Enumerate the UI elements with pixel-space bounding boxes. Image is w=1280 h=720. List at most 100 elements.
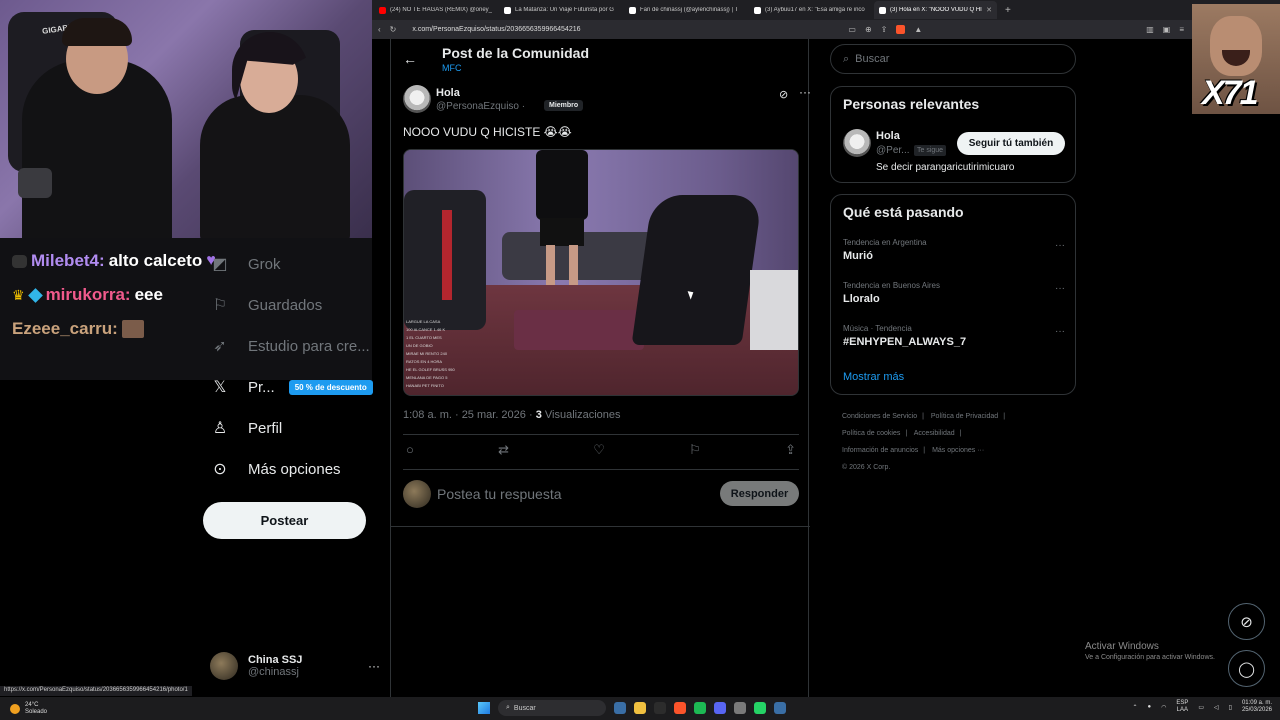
avatar[interactable] — [843, 129, 871, 157]
person-leg — [546, 245, 555, 285]
share-icon[interactable]: ⇪ — [785, 442, 796, 458]
url-field[interactable]: x.com/PersonaEzquiso/status/203665635996… — [402, 23, 842, 37]
browser-tab[interactable]: La Matanza: Un Viaje Futurista por G — [499, 1, 622, 19]
rewards-icon[interactable]: ▲ — [914, 25, 922, 34]
taskbar-app-icon[interactable] — [754, 702, 766, 714]
windows-start-icon[interactable] — [478, 702, 490, 714]
follow-back-button[interactable]: Seguir tú también — [957, 132, 1065, 155]
more-icon[interactable]: ··· — [1055, 326, 1065, 337]
weather-desc: Soleado — [25, 708, 48, 715]
volume-icon[interactable]: ◁ — [1214, 704, 1219, 711]
repost-icon[interactable]: ⇄ — [498, 442, 509, 458]
post-image[interactable]: LARGUE LA CASA 100 ALCANCE 1.46 K 1 EL CUA… — [403, 149, 799, 396]
lang-bottom: LAA — [1176, 707, 1189, 713]
reload-icon[interactable]: ↻ — [390, 25, 397, 34]
nav-premium[interactable]: 𝕏 Pr... 50 % de descuento — [210, 377, 373, 397]
wifi-icon[interactable]: ◠ — [1161, 704, 1166, 711]
wallet-icon[interactable]: ▣ — [1163, 25, 1171, 34]
grok-explain-icon[interactable]: ⊘ — [779, 88, 788, 101]
cookies-link[interactable]: Política de cookies — [842, 430, 900, 437]
taskbar-search-label: Buscar — [513, 704, 536, 712]
reply-icon[interactable]: ○ — [406, 442, 414, 458]
battery-icon[interactable]: ▯ — [1229, 704, 1232, 711]
webcam-overlay: GIGABYTE — [0, 0, 372, 238]
copyright: © 2026 X Corp. — [842, 464, 891, 471]
meme-count: X71 — [1202, 74, 1258, 112]
nav-profile[interactable]: ♙ Perfil — [210, 418, 282, 438]
chat-username: Milebet4: — [31, 251, 105, 270]
taskbar-app-icon[interactable] — [654, 702, 666, 714]
back-icon[interactable]: ‹ — [378, 25, 381, 34]
taskbar-app-icon[interactable] — [694, 702, 706, 714]
more-options-link[interactable]: Más opciones ··· — [932, 447, 984, 454]
terms-link[interactable]: Condiciones de Servicio — [842, 413, 917, 420]
trend-context: Tendencia en Argentina — [843, 238, 927, 247]
relevant-handle[interactable]: @Per... — [876, 145, 910, 156]
nav-grok[interactable]: ◩ Grok — [210, 254, 280, 274]
back-arrow-icon[interactable]: ← — [403, 51, 417, 67]
post-time[interactable]: 1:08 a. m. · 25 mar. 2026 · — [403, 409, 533, 421]
more-icon[interactable]: ··· — [368, 659, 380, 673]
close-tab-icon[interactable]: ✕ — [986, 6, 992, 14]
chevron-up-icon[interactable]: ⌃ — [1132, 704, 1137, 711]
media-gaming-chair — [404, 190, 486, 330]
bookmark-icon[interactable]: ⚐ — [689, 442, 701, 458]
reply-input[interactable]: Postea tu respuesta — [437, 486, 562, 502]
network-icon[interactable]: ▭ — [1198, 704, 1204, 711]
taskbar-app-icon[interactable] — [774, 702, 786, 714]
more-icon[interactable]: ··· — [799, 85, 811, 99]
discount-badge: 50 % de descuento — [288, 379, 373, 395]
trend-item[interactable]: Tendencia en Argentina Murió ··· — [843, 238, 1065, 262]
taskbar-app-icon[interactable] — [714, 702, 726, 714]
like-icon[interactable]: ♡ — [593, 442, 605, 458]
input-language[interactable]: ESP LAA — [1176, 700, 1188, 714]
sidebar-icon[interactable]: ▥ — [1146, 25, 1154, 34]
person-shorts — [540, 218, 584, 246]
reply-button[interactable]: Responder — [720, 481, 799, 506]
nav-bookmarks[interactable]: ⚐ Guardados — [210, 295, 322, 315]
cast-icon[interactable]: ▭ — [848, 25, 856, 34]
grok-float-button[interactable]: ⊘ — [1228, 603, 1265, 640]
community-link[interactable]: MFC — [442, 63, 462, 73]
author-handle[interactable]: @PersonaEzquiso · — [436, 101, 525, 112]
search-input[interactable]: ⌕ Buscar — [830, 44, 1076, 74]
member-badge: Miembro — [544, 100, 584, 111]
more-icon[interactable]: ··· — [1055, 240, 1065, 251]
trend-item[interactable]: Tendencia en Buenos Aires Lloralo ··· — [843, 281, 1065, 305]
more-icon[interactable]: ··· — [1055, 283, 1065, 294]
ads-info-link[interactable]: Información de anuncios — [842, 447, 918, 454]
mic-icon[interactable]: ● — [1147, 704, 1151, 710]
privacy-link[interactable]: Política de Privacidad — [931, 413, 998, 420]
accessibility-link[interactable]: Accesibilidad — [914, 430, 955, 437]
weather-widget[interactable]: 24°C Soleado — [0, 702, 47, 716]
zoom-icon[interactable]: ⊕ — [865, 25, 872, 34]
browser-tab[interactable]: (24) NO TE HAGAS (REMIX) @oney_ — [374, 1, 497, 19]
messages-float-button[interactable]: ◯ — [1228, 650, 1265, 687]
taskbar-app-icon[interactable] — [734, 702, 746, 714]
new-tab-button[interactable]: + — [999, 5, 1017, 16]
nav-more-options[interactable]: ⊙ Más opciones — [210, 459, 340, 479]
taskbar-search[interactable]: ⌕ Buscar — [498, 700, 606, 716]
menu-icon[interactable]: ≡ — [1179, 25, 1184, 34]
search-placeholder: Buscar — [855, 53, 890, 65]
divider — [403, 434, 799, 435]
relevant-name[interactable]: Hola — [876, 130, 900, 142]
sun-icon — [10, 703, 20, 714]
author-name[interactable]: Hola — [436, 87, 460, 99]
browser-tab[interactable]: Fan de chinassj (@aylenchinassj) | T — [624, 1, 747, 19]
post-button[interactable]: Postear — [203, 502, 366, 539]
brave-shield-icon[interactable] — [896, 25, 906, 34]
taskbar-app-icon[interactable] — [614, 702, 626, 714]
browser-tab[interactable]: (3) Hola en X: "NOOO VUDU Q HI ✕ — [874, 1, 997, 19]
account-switcher[interactable]: China SSJ @chinassj ··· — [210, 648, 380, 684]
browser-tab[interactable]: (3) Aybuu17 en X: "Esa amiga re inco — [749, 1, 872, 19]
taskbar-app-icon[interactable] — [634, 702, 646, 714]
share-icon[interactable]: ⇪ — [881, 25, 888, 34]
taskbar-app-icon[interactable] — [674, 702, 686, 714]
trend-item[interactable]: Música · Tendencia #ENHYPEN_ALWAYS_7 ··· — [843, 324, 1065, 348]
nav-creator-studio[interactable]: ➶ Estudio para cre... — [210, 336, 369, 356]
clock[interactable]: 01:09 a. m. 25/03/2026 — [1242, 700, 1272, 714]
activate-title: Activar Windows — [1085, 641, 1159, 652]
show-more-link[interactable]: Mostrar más — [843, 371, 904, 383]
avatar[interactable] — [403, 85, 431, 113]
